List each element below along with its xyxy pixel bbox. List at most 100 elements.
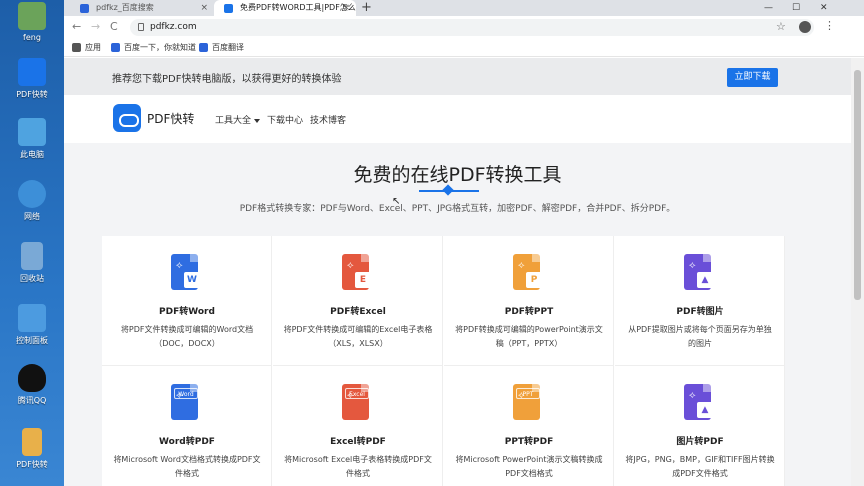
- nav-download-center[interactable]: 下载中心: [267, 113, 303, 126]
- back-button[interactable]: ←: [72, 20, 81, 33]
- profile-avatar-icon[interactable]: [799, 21, 811, 33]
- bookmarks-bar: 应用 百度一下，你就知道 百度翻译: [64, 38, 864, 57]
- cloud-icon: [224, 4, 233, 13]
- tool-title: 图片转PDF: [676, 437, 724, 447]
- desktop-icon-label: 此电脑: [20, 150, 44, 159]
- tool-title: PDF转图片: [676, 307, 724, 317]
- tool-title: Word转PDF: [159, 437, 215, 447]
- maximize-button[interactable]: ☐: [792, 0, 800, 16]
- desktop-icon-network[interactable]: 网络: [4, 180, 60, 222]
- user-folder-shortcut[interactable]: feng: [4, 2, 60, 42]
- tool-description: 将PDF转换成可编辑的PowerPoint演示文稿（PPT，PPTX）: [455, 325, 603, 348]
- desktop-icon-pdfkz[interactable]: PDF快转: [4, 58, 60, 100]
- baidu-paw-icon: [80, 4, 89, 13]
- tab-pdfkz[interactable]: 免费PDF转WORD工具|PDF怎么 ×: [214, 0, 356, 16]
- bookmark-apps[interactable]: 应用: [72, 38, 101, 57]
- scroll-thumb[interactable]: [854, 70, 861, 300]
- pdf-mark-icon: ⟡: [518, 260, 525, 271]
- apps-grid-icon: [72, 43, 81, 52]
- page-scrollbar[interactable]: [851, 58, 864, 486]
- format-badge: Excel: [345, 388, 369, 399]
- nav-tools[interactable]: 工具大全: [215, 113, 261, 126]
- page-fold-icon: [532, 254, 540, 262]
- format-badge: ▲: [697, 272, 713, 288]
- minimize-button[interactable]: —: [764, 0, 773, 16]
- close-tab-icon[interactable]: ×: [342, 0, 350, 16]
- tool-card[interactable]: ⟡ P PDF转PPT 将PDF转换成可编辑的PowerPoint演示文稿（PPT，P…: [444, 236, 614, 366]
- cloud-icon: [18, 58, 46, 86]
- tool-description: 将Microsoft Word文档格式转换成PDF文件格式: [113, 455, 261, 478]
- desktop-icon-label: 网络: [24, 212, 40, 221]
- desktop-icon-control-panel[interactable]: 控制面板: [4, 304, 60, 346]
- new-tab-button[interactable]: +: [361, 0, 372, 15]
- file-conversion-icon: ⟡ ▲: [684, 384, 716, 422]
- folder-icon: [22, 428, 42, 456]
- format-badge: P: [526, 272, 542, 288]
- page-fold-icon: [361, 254, 369, 262]
- nav-tech-blog[interactable]: 技术博客: [310, 113, 346, 126]
- promo-text: 推荐您下载PDF快转电脑版，以获得更好的转换体验: [112, 74, 342, 85]
- download-promo-bar: 推荐您下载PDF快转电脑版，以获得更好的转换体验 立即下载: [64, 58, 851, 95]
- forward-button[interactable]: →: [91, 20, 100, 33]
- tool-card[interactable]: ⟡ PPT PPT转PDF 将Microsoft PowerPoint演示文稿转换成P…: [444, 366, 614, 486]
- tool-card[interactable]: ⟡ W PDF转Word 将PDF文件转换成可编辑的Word文档（DOC，DOCX）: [102, 236, 272, 366]
- globe-icon: [18, 180, 46, 208]
- menu-kebab-icon[interactable]: ⋮: [824, 19, 835, 32]
- desktop-icon-recycle-bin[interactable]: 回收站: [4, 242, 60, 284]
- file-conversion-icon: ⟡ ▲: [684, 254, 716, 292]
- user-avatar-icon: [18, 2, 46, 30]
- reload-button[interactable]: C: [110, 20, 118, 33]
- tool-card[interactable]: ⟡ Word Word转PDF 将Microsoft Word文档格式转换成PDF文件…: [102, 366, 272, 486]
- desktop-icon-this-pc[interactable]: 此电脑: [4, 118, 60, 160]
- tool-description: 将Microsoft PowerPoint演示文稿转换成PDF文档格式: [455, 455, 603, 478]
- mouse-cursor-icon: ↖: [392, 196, 401, 207]
- site-header: PDF快转 工具大全 下载中心 技术博客: [64, 95, 851, 143]
- file-conversion-icon: ⟡ Word: [171, 384, 203, 422]
- close-window-button[interactable]: ✕: [820, 0, 828, 16]
- file-conversion-icon: ⟡ Excel: [342, 384, 374, 422]
- lock-icon: [138, 23, 144, 31]
- download-now-button[interactable]: 立即下载: [727, 68, 778, 87]
- user-label: feng: [23, 33, 41, 42]
- format-badge: ▲: [697, 402, 713, 418]
- tool-title: PDF转Excel: [330, 307, 386, 317]
- format-badge: E: [355, 272, 371, 288]
- tool-card[interactable]: ⟡ ▲ 图片转PDF 将JPG，PNG，BMP，GIF和TIFF图片转换成PDF文件格…: [615, 366, 785, 486]
- desktop-icon-qq[interactable]: 腾讯QQ: [4, 364, 60, 406]
- tool-card[interactable]: ⟡ E PDF转Excel 将PDF文件转换成可编辑的Excel电子表格（XLS，XL…: [273, 236, 443, 366]
- brand-name[interactable]: PDF快转: [147, 110, 194, 127]
- format-badge: Word: [174, 388, 198, 399]
- tab-baidu-search[interactable]: pdfkz_百度搜索 ×: [70, 0, 214, 16]
- tool-title: PDF转Word: [159, 307, 215, 317]
- page-content: 推荐您下载PDF快转电脑版，以获得更好的转换体验 立即下载 PDF快转 工具大全…: [64, 58, 864, 486]
- tool-card[interactable]: ⟡ Excel Excel转PDF 将Microsoft Excel电子表格转换成PD…: [273, 366, 443, 486]
- tool-description: 从PDF提取图片或将每个页面另存为单独的图片: [628, 325, 772, 348]
- desktop: feng PDF快转 此电脑 网络 回收站 控制面板 腾讯QQ PDF快转: [0, 0, 64, 486]
- tab-bar: pdfkz_百度搜索 × 免费PDF转WORD工具|PDF怎么 × + — ☐ …: [64, 0, 864, 16]
- tool-title: Excel转PDF: [330, 437, 386, 447]
- desktop-icon-label: PDF快转: [16, 460, 48, 469]
- pdfkz-logo-icon[interactable]: [113, 104, 141, 132]
- tool-description: 将PDF文件转换成可编辑的Word文档（DOC，DOCX）: [120, 325, 254, 348]
- tool-description: 将Microsoft Excel电子表格转换成PDF文件格式: [284, 455, 432, 478]
- tool-card[interactable]: ⟡ ▲ PDF转图片从PDF提取图片或将每个页面另存为单独的图片: [615, 236, 785, 366]
- pdf-mark-icon: ⟡: [689, 260, 696, 271]
- desktop-icon-label: 控制面板: [16, 336, 48, 345]
- tool-title: PDF转PPT: [504, 307, 554, 317]
- bookmark-label: 百度一下，你就知道: [124, 43, 196, 52]
- format-badge: W: [184, 272, 200, 288]
- tool-title: PPT转PDF: [504, 437, 554, 447]
- desktop-icon-pdfkz-folder[interactable]: PDF快转: [4, 428, 60, 470]
- pdf-mark-icon: ⟡: [347, 260, 354, 271]
- nav-tools-label: 工具大全: [215, 116, 252, 126]
- desktop-icon-label: 回收站: [20, 274, 44, 283]
- bookmark-star-icon[interactable]: ☆: [776, 20, 786, 33]
- address-bar[interactable]: pdfkz.com: [130, 19, 814, 36]
- bookmark-baidu[interactable]: 百度一下，你就知道: [111, 38, 196, 57]
- file-conversion-icon: ⟡ P: [513, 254, 545, 292]
- hero-subtitle: PDF格式转换专家：PDF与Word、Excel、PPT、JPG格式互转，加密P…: [239, 204, 676, 214]
- close-tab-icon[interactable]: ×: [200, 0, 208, 16]
- bookmark-baidu-translate[interactable]: 百度翻译: [199, 38, 244, 57]
- desktop-icon-label: 腾讯QQ: [17, 396, 47, 405]
- pdf-mark-icon: ⟡: [689, 390, 696, 401]
